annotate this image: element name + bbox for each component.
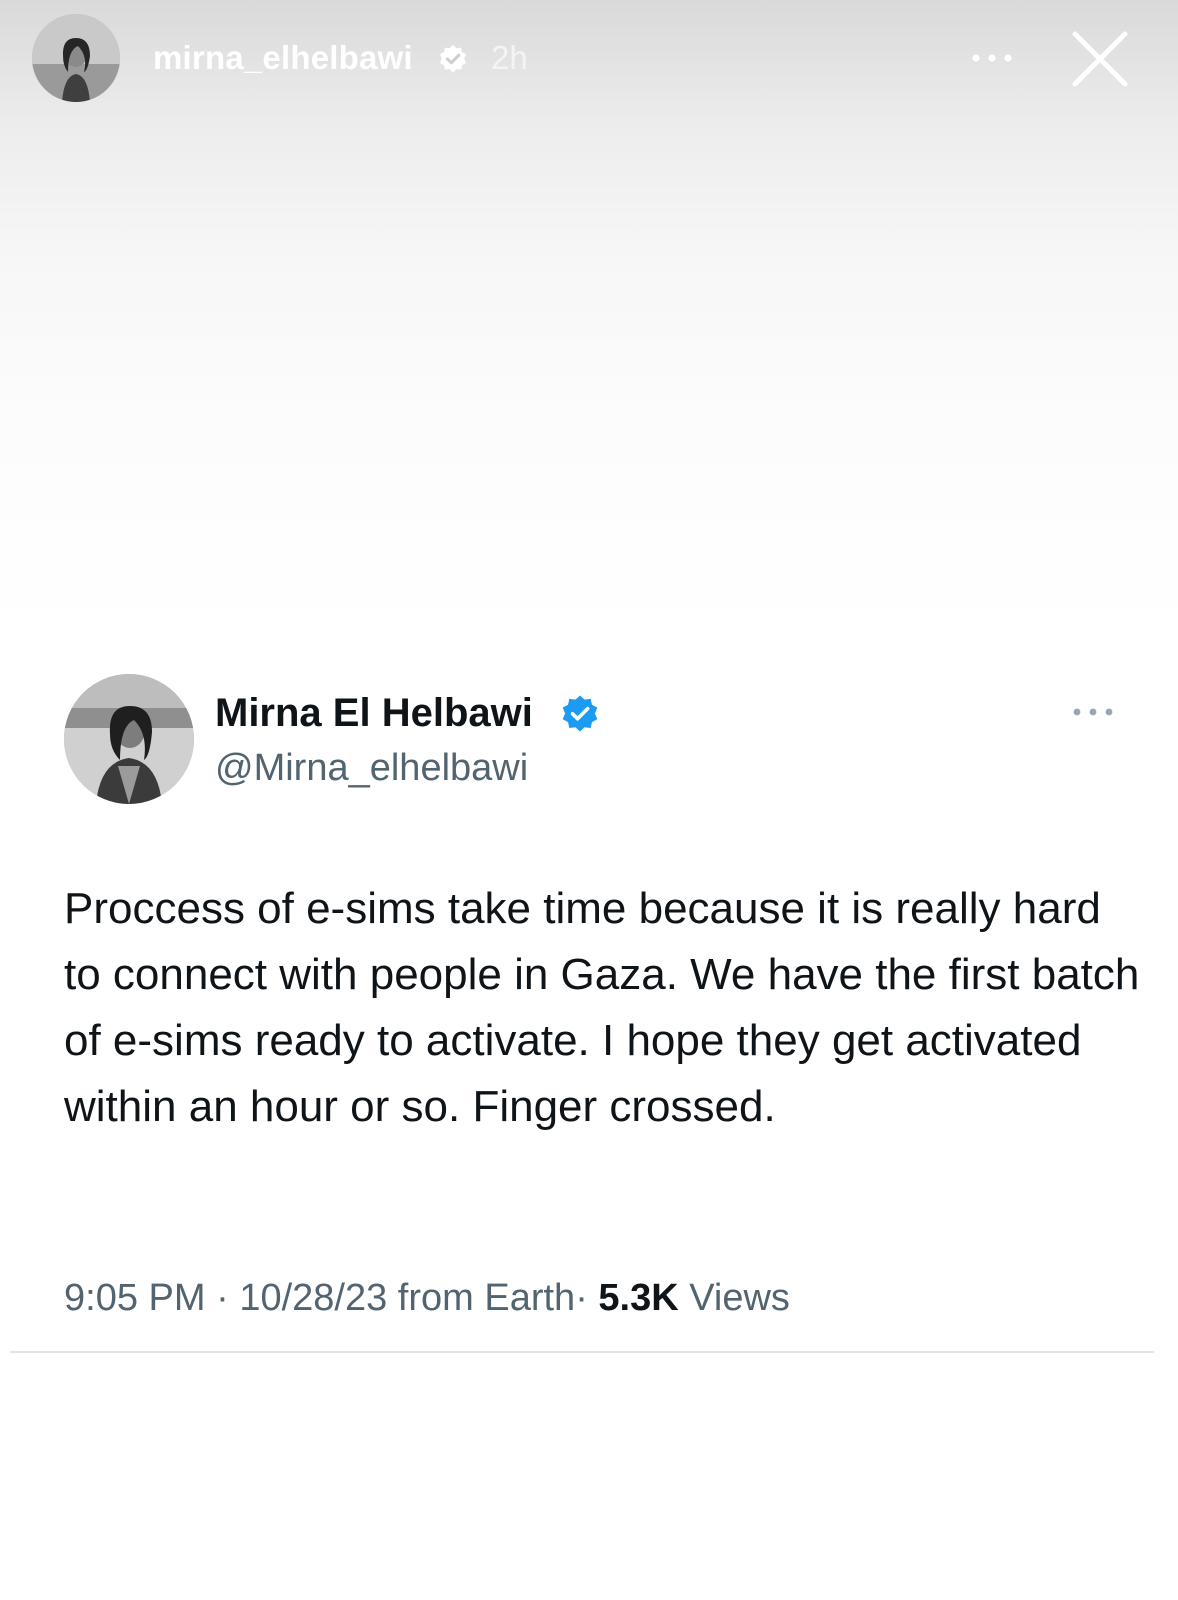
tweet-text: Proccess of e-sims take time because it … xyxy=(64,884,1140,1131)
tweet-avatar[interactable] xyxy=(64,674,194,804)
story-avatar[interactable] xyxy=(32,14,120,102)
tweet-time[interactable]: 9:05 PM xyxy=(64,1277,206,1319)
tweet-metadata: 9:05 PM · 10/28/23 from Earth· 5.3K View… xyxy=(64,1276,790,1320)
avatar-photo xyxy=(32,14,120,102)
views-count: 5.3K xyxy=(598,1277,679,1319)
views-label: Views xyxy=(689,1277,790,1319)
tweet-source: from Earth xyxy=(397,1277,576,1319)
story-username[interactable]: mirna_elhelbawi xyxy=(153,38,413,78)
avatar-photo xyxy=(64,674,194,804)
story-header: mirna_elhelbawi 2h xyxy=(0,0,1178,120)
verified-badge-icon xyxy=(440,45,466,73)
meta-separator: · xyxy=(216,1277,229,1319)
tweet-date[interactable]: 10/28/23 xyxy=(239,1277,387,1319)
close-icon[interactable] xyxy=(1069,28,1131,90)
more-options-icon[interactable] xyxy=(968,40,1016,76)
story-timestamp: 2h xyxy=(491,39,528,76)
tweet-handle[interactable]: @Mirna_elhelbawi xyxy=(215,746,528,790)
tweet-divider xyxy=(10,1351,1154,1353)
tweet-card: Mirna El Helbawi @Mirna_elhelbawi Procce… xyxy=(10,626,1160,1353)
meta-separator: · xyxy=(575,1277,588,1319)
verified-badge-icon xyxy=(562,695,598,732)
tweet-more-icon[interactable] xyxy=(1070,700,1116,724)
tweet-display-name[interactable]: Mirna El Helbawi xyxy=(215,690,533,736)
